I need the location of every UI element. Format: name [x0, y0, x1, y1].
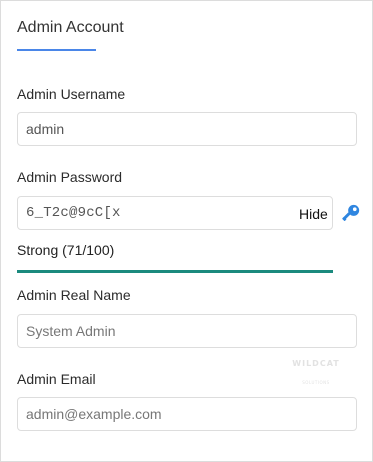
admin-password-label: Admin Password [17, 169, 123, 185]
section-title: Admin Account [17, 19, 124, 36]
admin-email-label: Admin Email [17, 371, 96, 387]
admin-password-input[interactable] [17, 196, 333, 230]
hide-password-button[interactable]: Hide [299, 206, 328, 222]
watermark-logo: WILDCAT SOLUTIONS [287, 359, 345, 385]
admin-real-name-label: Admin Real Name [17, 287, 131, 303]
password-strength-text: Strong (71/100) [17, 242, 115, 258]
watermark-text: WILDCAT [292, 359, 340, 368]
watermark-subtext: SOLUTIONS [302, 380, 330, 385]
admin-email-input[interactable] [17, 397, 357, 431]
key-icon[interactable] [339, 203, 361, 225]
section-title-underline [17, 49, 96, 51]
admin-username-label: Admin Username [17, 86, 126, 102]
password-strength-fill [17, 270, 333, 273]
admin-account-panel: Admin Account Admin Username Admin Passw… [0, 0, 373, 462]
admin-username-input[interactable] [17, 112, 357, 146]
admin-real-name-input[interactable] [17, 314, 357, 348]
password-strength-bar [17, 270, 333, 273]
